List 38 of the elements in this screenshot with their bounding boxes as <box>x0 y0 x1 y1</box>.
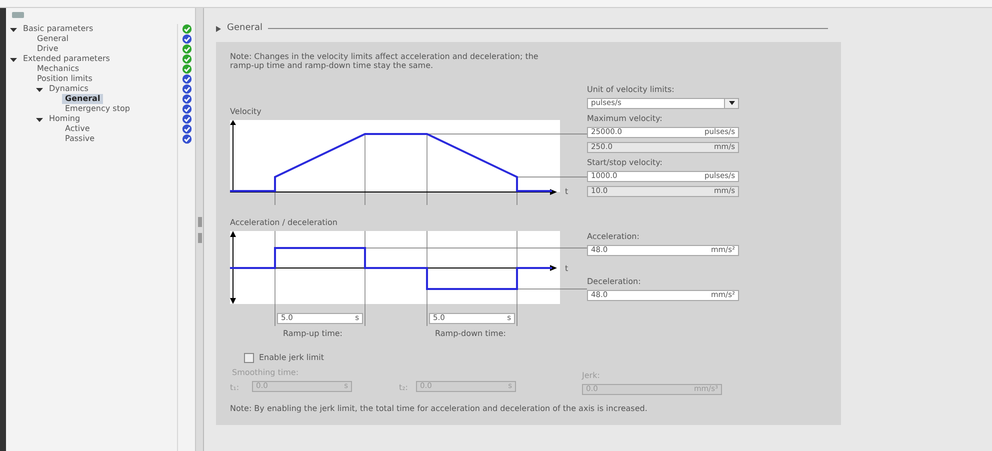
tree-item[interactable]: Drive <box>34 44 62 54</box>
tree-item[interactable]: Mechanics <box>34 64 82 74</box>
field-label: Ramp-up time: <box>283 328 344 340</box>
tree-item[interactable]: General <box>34 34 72 44</box>
caret-icon[interactable] <box>36 86 43 92</box>
field-label: t₁: <box>230 382 240 394</box>
tree-item[interactable]: Homing <box>46 114 84 124</box>
field-label: t₂: <box>398 382 408 394</box>
tree-item[interactable]: Active <box>62 124 93 134</box>
field-label: Acceleration: <box>587 230 640 242</box>
chart-title: Acceleration / deceleration <box>230 216 338 228</box>
tree-item[interactable]: General <box>62 94 104 104</box>
tree-item[interactable]: Emergency stop <box>62 104 133 114</box>
tree-item[interactable]: Basic parameters <box>20 24 96 34</box>
axis-label: t <box>565 262 568 274</box>
field-label: Smoothing time: <box>232 366 299 378</box>
caret-icon[interactable] <box>10 26 17 32</box>
caret-icon[interactable] <box>10 56 17 62</box>
field-label: Jerk: <box>582 370 601 382</box>
chart-title: Velocity <box>230 106 262 118</box>
caret-icon[interactable] <box>36 116 43 122</box>
note-text: Note: By enabling the jerk limit, the total time for acceleration and deceleration of the axis is increased. <box>230 402 648 414</box>
checkbox[interactable] <box>244 352 254 362</box>
field-label: Maximum velocity: <box>587 112 664 124</box>
tree-item[interactable]: Dynamics <box>46 84 92 94</box>
field-label: Deceleration: <box>587 276 642 288</box>
expand-icon[interactable] <box>216 26 221 32</box>
note-text: Note: Changes in the velocity limits affect acceleration and deceleration; the ramp-up time and ramp-down time stay the same. <box>230 52 540 70</box>
field-label: Unit of velocity limits: <box>587 84 676 96</box>
dropdown-arrow-icon <box>728 101 734 105</box>
field-label: Start/stop velocity: <box>587 156 664 168</box>
field-label: Ramp-down time: <box>435 328 507 340</box>
tree-item[interactable]: Passive <box>62 134 98 144</box>
tree-item[interactable]: Extended parameters <box>20 54 113 64</box>
checkbox-label: Enable jerk limit <box>259 352 324 364</box>
axis-label: t <box>565 186 568 198</box>
tree-item[interactable]: Position limits <box>34 74 96 84</box>
section-title: General <box>227 22 262 35</box>
